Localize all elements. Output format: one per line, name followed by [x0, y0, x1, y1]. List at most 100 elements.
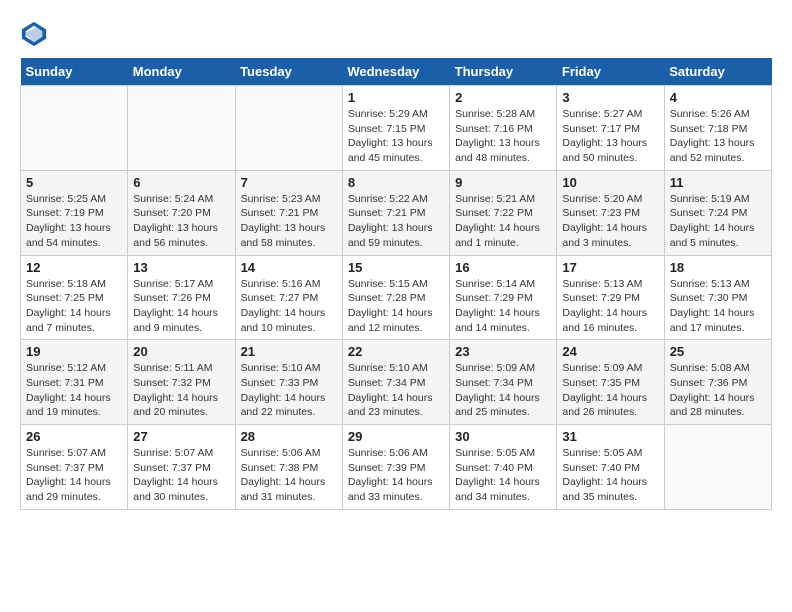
- page-header: [20, 20, 772, 48]
- day-info: Sunrise: 5:17 AMSunset: 7:26 PMDaylight:…: [133, 277, 229, 336]
- day-info: Sunrise: 5:27 AMSunset: 7:17 PMDaylight:…: [562, 107, 658, 166]
- day-info: Sunrise: 5:23 AMSunset: 7:21 PMDaylight:…: [241, 192, 337, 251]
- day-number: 17: [562, 260, 658, 275]
- day-info: Sunrise: 5:14 AMSunset: 7:29 PMDaylight:…: [455, 277, 551, 336]
- day-number: 19: [26, 344, 122, 359]
- calendar-cell: 17 Sunrise: 5:13 AMSunset: 7:29 PMDayligh…: [557, 255, 664, 340]
- calendar-cell: 12 Sunrise: 5:18 AMSunset: 7:25 PMDayligh…: [21, 255, 128, 340]
- day-info: Sunrise: 5:22 AMSunset: 7:21 PMDaylight:…: [348, 192, 444, 251]
- calendar-week-5: 26 Sunrise: 5:07 AMSunset: 7:37 PMDayligh…: [21, 425, 772, 510]
- day-number: 16: [455, 260, 551, 275]
- header-day-tuesday: Tuesday: [235, 58, 342, 86]
- calendar-cell: [235, 86, 342, 171]
- day-info: Sunrise: 5:10 AMSunset: 7:33 PMDaylight:…: [241, 361, 337, 420]
- day-info: Sunrise: 5:09 AMSunset: 7:34 PMDaylight:…: [455, 361, 551, 420]
- day-number: 23: [455, 344, 551, 359]
- calendar-cell: 4Sunrise: 5:26 AMSunset: 7:18 PMDaylight…: [664, 86, 771, 171]
- day-info: Sunrise: 5:07 AMSunset: 7:37 PMDaylight:…: [133, 446, 229, 505]
- day-info: Sunrise: 5:12 AMSunset: 7:31 PMDaylight:…: [26, 361, 122, 420]
- calendar-cell: 19 Sunrise: 5:12 AMSunset: 7:31 PMDayligh…: [21, 340, 128, 425]
- calendar-cell: 21 Sunrise: 5:10 AMSunset: 7:33 PMDayligh…: [235, 340, 342, 425]
- day-number: 30: [455, 429, 551, 444]
- day-info: Sunrise: 5:18 AMSunset: 7:25 PMDaylight:…: [26, 277, 122, 336]
- day-info: Sunrise: 5:07 AMSunset: 7:37 PMDaylight:…: [26, 446, 122, 505]
- calendar-cell: 18 Sunrise: 5:13 AMSunset: 7:30 PMDayligh…: [664, 255, 771, 340]
- calendar-cell: 22Sunrise: 5:10 AMSunset: 7:34 PMDayligh…: [342, 340, 449, 425]
- calendar-cell: 6 Sunrise: 5:24 AMSunset: 7:20 PMDaylight…: [128, 170, 235, 255]
- day-info: Sunrise: 5:05 AMSunset: 7:40 PMDaylight:…: [562, 446, 658, 505]
- day-number: 27: [133, 429, 229, 444]
- day-number: 20: [133, 344, 229, 359]
- calendar-cell: 30Sunrise: 5:05 AMSunset: 7:40 PMDayligh…: [450, 425, 557, 510]
- day-number: 3: [562, 90, 658, 105]
- calendar-cell: 8 Sunrise: 5:22 AMSunset: 7:21 PMDaylight…: [342, 170, 449, 255]
- day-number: 9: [455, 175, 551, 190]
- calendar-cell: 2 Sunrise: 5:28 AMSunset: 7:16 PMDaylight…: [450, 86, 557, 171]
- day-info: Sunrise: 5:06 AMSunset: 7:38 PMDaylight:…: [241, 446, 337, 505]
- calendar-cell: 23 Sunrise: 5:09 AMSunset: 7:34 PMDayligh…: [450, 340, 557, 425]
- day-number: 7: [241, 175, 337, 190]
- day-number: 18: [670, 260, 766, 275]
- day-info: Sunrise: 5:13 AMSunset: 7:30 PMDaylight:…: [670, 277, 766, 336]
- calendar-week-2: 5Sunrise: 5:25 AMSunset: 7:19 PMDaylight…: [21, 170, 772, 255]
- day-number: 14: [241, 260, 337, 275]
- day-number: 12: [26, 260, 122, 275]
- day-number: 28: [241, 429, 337, 444]
- day-info: Sunrise: 5:29 AMSunset: 7:15 PMDaylight:…: [348, 107, 444, 166]
- calendar-cell: 11Sunrise: 5:19 AMSunset: 7:24 PMDayligh…: [664, 170, 771, 255]
- calendar-week-4: 19 Sunrise: 5:12 AMSunset: 7:31 PMDayligh…: [21, 340, 772, 425]
- calendar-cell: 3 Sunrise: 5:27 AMSunset: 7:17 PMDaylight…: [557, 86, 664, 171]
- day-info: Sunrise: 5:24 AMSunset: 7:20 PMDaylight:…: [133, 192, 229, 251]
- calendar-cell: [21, 86, 128, 171]
- calendar-cell: 24 Sunrise: 5:09 AMSunset: 7:35 PMDayligh…: [557, 340, 664, 425]
- calendar-cell: [664, 425, 771, 510]
- day-number: 15: [348, 260, 444, 275]
- day-number: 21: [241, 344, 337, 359]
- day-info: Sunrise: 5:28 AMSunset: 7:16 PMDaylight:…: [455, 107, 551, 166]
- calendar-cell: 15 Sunrise: 5:15 AMSunset: 7:28 PMDayligh…: [342, 255, 449, 340]
- day-info: Sunrise: 5:21 AMSunset: 7:22 PMDaylight:…: [455, 192, 551, 251]
- day-number: 1: [348, 90, 444, 105]
- calendar-cell: 9 Sunrise: 5:21 AMSunset: 7:22 PMDaylight…: [450, 170, 557, 255]
- day-info: Sunrise: 5:20 AMSunset: 7:23 PMDaylight:…: [562, 192, 658, 251]
- day-number: 5: [26, 175, 122, 190]
- day-number: 29: [348, 429, 444, 444]
- calendar-cell: [128, 86, 235, 171]
- calendar-cell: 1 Sunrise: 5:29 AMSunset: 7:15 PMDaylight…: [342, 86, 449, 171]
- day-number: 4: [670, 90, 766, 105]
- calendar-week-3: 12 Sunrise: 5:18 AMSunset: 7:25 PMDayligh…: [21, 255, 772, 340]
- header-day-thursday: Thursday: [450, 58, 557, 86]
- header-day-saturday: Saturday: [664, 58, 771, 86]
- calendar-cell: 13 Sunrise: 5:17 AMSunset: 7:26 PMDayligh…: [128, 255, 235, 340]
- calendar-week-1: 1 Sunrise: 5:29 AMSunset: 7:15 PMDaylight…: [21, 86, 772, 171]
- header-day-sunday: Sunday: [21, 58, 128, 86]
- calendar-cell: 25Sunrise: 5:08 AMSunset: 7:36 PMDayligh…: [664, 340, 771, 425]
- day-number: 31: [562, 429, 658, 444]
- day-info: Sunrise: 5:13 AMSunset: 7:29 PMDaylight:…: [562, 277, 658, 336]
- calendar-cell: 5Sunrise: 5:25 AMSunset: 7:19 PMDaylight…: [21, 170, 128, 255]
- day-info: Sunrise: 5:15 AMSunset: 7:28 PMDaylight:…: [348, 277, 444, 336]
- logo-icon: [20, 20, 48, 48]
- day-info: Sunrise: 5:16 AMSunset: 7:27 PMDaylight:…: [241, 277, 337, 336]
- header-day-wednesday: Wednesday: [342, 58, 449, 86]
- calendar-cell: 31 Sunrise: 5:05 AMSunset: 7:40 PMDayligh…: [557, 425, 664, 510]
- day-number: 24: [562, 344, 658, 359]
- calendar-cell: 26 Sunrise: 5:07 AMSunset: 7:37 PMDayligh…: [21, 425, 128, 510]
- calendar-cell: 14 Sunrise: 5:16 AMSunset: 7:27 PMDayligh…: [235, 255, 342, 340]
- day-number: 2: [455, 90, 551, 105]
- day-info: Sunrise: 5:19 AMSunset: 7:24 PMDaylight:…: [670, 192, 766, 251]
- day-number: 10: [562, 175, 658, 190]
- day-number: 25: [670, 344, 766, 359]
- calendar-cell: 16 Sunrise: 5:14 AMSunset: 7:29 PMDayligh…: [450, 255, 557, 340]
- logo: [20, 20, 52, 48]
- day-info: Sunrise: 5:09 AMSunset: 7:35 PMDaylight:…: [562, 361, 658, 420]
- day-number: 8: [348, 175, 444, 190]
- day-number: 22: [348, 344, 444, 359]
- calendar-cell: 28 Sunrise: 5:06 AMSunset: 7:38 PMDayligh…: [235, 425, 342, 510]
- day-number: 6: [133, 175, 229, 190]
- day-number: 13: [133, 260, 229, 275]
- calendar-cell: 20Sunrise: 5:11 AMSunset: 7:32 PMDayligh…: [128, 340, 235, 425]
- calendar-cell: 27 Sunrise: 5:07 AMSunset: 7:37 PMDayligh…: [128, 425, 235, 510]
- day-number: 26: [26, 429, 122, 444]
- day-info: Sunrise: 5:06 AMSunset: 7:39 PMDaylight:…: [348, 446, 444, 505]
